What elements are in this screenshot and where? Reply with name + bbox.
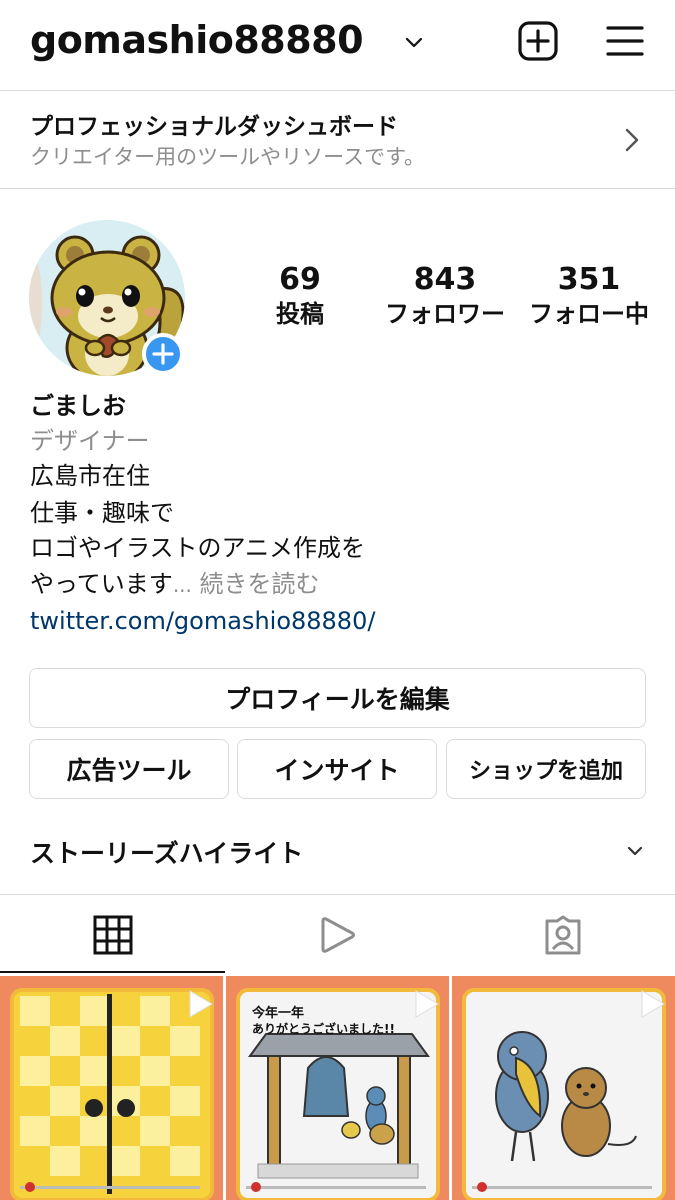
- add-shop-button[interactable]: ショップを追加: [446, 739, 646, 799]
- post-thumbnail[interactable]: [452, 976, 675, 1200]
- add-story-button[interactable]: [142, 333, 184, 375]
- reel-play-icon: [641, 990, 665, 1018]
- profile-link[interactable]: twitter.com/gomashio88880/: [30, 604, 375, 639]
- bio-ellipsis: ...: [172, 573, 192, 597]
- profile-name: ごましお: [30, 392, 126, 420]
- stat-followers-value: 843: [413, 262, 477, 297]
- post-thumbnail[interactable]: 今年一年 ありがとうございました!!: [226, 976, 449, 1200]
- new-post-icon[interactable]: [517, 20, 559, 62]
- stat-following[interactable]: 351 フォロー中: [522, 262, 656, 330]
- bio-last-line: やっています... 続きを読む: [30, 567, 320, 603]
- story-highlights-title[interactable]: ストーリーズハイライト: [30, 834, 303, 870]
- stat-posts-value: 69: [279, 262, 321, 297]
- tab-reels[interactable]: [225, 895, 450, 973]
- post-caption-line: 今年一年: [252, 1006, 305, 1021]
- chevron-down-icon[interactable]: [624, 840, 646, 862]
- insights-button[interactable]: インサイト: [237, 739, 437, 799]
- bio-line: 広島市在住: [30, 462, 150, 490]
- stat-following-label: フォロー中: [529, 300, 649, 328]
- stat-following-value: 351: [557, 262, 621, 297]
- tagged-icon: [545, 915, 581, 955]
- chevron-right-icon: [625, 128, 639, 152]
- stat-followers[interactable]: 843 フォロワー: [378, 262, 512, 330]
- bio-line: 仕事・趣味で: [30, 499, 174, 527]
- professional-dashboard-row[interactable]: プロフェッショナルダッシュボード クリエイター用のツールやリソースです。: [0, 91, 675, 188]
- tab-grid[interactable]: [0, 895, 225, 973]
- dashboard-subtitle: クリエイター用のツールやリソースです。: [30, 145, 426, 169]
- profile-tabs: [0, 895, 675, 973]
- divider: [0, 188, 675, 189]
- grid-icon: [93, 915, 133, 955]
- read-more-link[interactable]: 続きを読む: [200, 570, 320, 598]
- post-grid: 今年一年 ありがとうございました!!: [0, 973, 675, 1200]
- username-title[interactable]: gomashio88880: [30, 18, 364, 62]
- post-caption-line: ありがとうございました!!: [252, 1022, 395, 1036]
- reel-play-icon: [189, 990, 213, 1018]
- tab-tagged[interactable]: [450, 895, 675, 973]
- profile-category: デザイナー: [30, 427, 150, 455]
- profile-avatar[interactable]: [29, 220, 185, 376]
- stat-followers-label: フォロワー: [385, 300, 505, 328]
- bio-line-text: やっています: [30, 570, 173, 598]
- menu-icon[interactable]: [604, 22, 646, 60]
- reel-play-icon: [415, 990, 439, 1018]
- bio-line: ロゴやイラストのアニメ作成を: [30, 534, 366, 562]
- stat-posts[interactable]: 69 投稿: [250, 262, 350, 330]
- edit-profile-button[interactable]: プロフィールを編集: [29, 668, 646, 728]
- top-bar: gomashio88880: [0, 0, 675, 90]
- post-thumbnail[interactable]: [0, 976, 223, 1200]
- plus-icon: [152, 343, 174, 365]
- stat-posts-label: 投稿: [276, 300, 324, 328]
- reels-icon: [321, 917, 355, 953]
- ad-tools-button[interactable]: 広告ツール: [29, 739, 229, 799]
- chevron-down-icon[interactable]: [402, 30, 426, 54]
- dashboard-title: プロフェッショナルダッシュボード: [30, 114, 398, 140]
